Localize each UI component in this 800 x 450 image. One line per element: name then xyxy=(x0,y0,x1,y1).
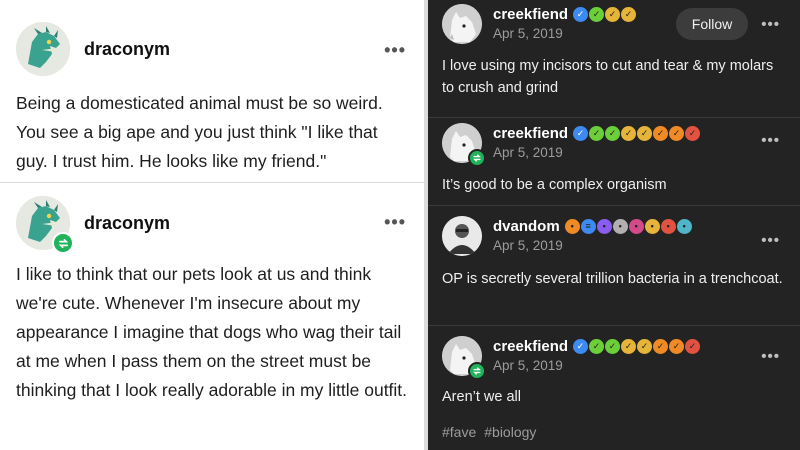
post-text: I love using my incisors to cut and tear… xyxy=(442,58,774,96)
badge-icon: ✓ xyxy=(685,125,701,141)
post-header: draconym xyxy=(16,22,170,76)
post-header: dvandom • ≡ • • • • • • Apr 5, 2019 xyxy=(442,216,692,260)
username[interactable]: creekfiend xyxy=(493,338,568,355)
more-icon[interactable]: ••• xyxy=(384,212,406,233)
post-text: Aren’t we all xyxy=(442,389,521,405)
more-icon[interactable]: ••• xyxy=(384,40,406,61)
username[interactable]: draconym xyxy=(84,39,170,60)
badge-icon: ✓ xyxy=(685,338,701,354)
badge-icon: • xyxy=(596,218,612,234)
post-date: Apr 5, 2019 xyxy=(493,26,563,41)
more-icon[interactable]: ••• xyxy=(761,232,780,249)
badge-row: ✓ ✓ ✓ ✓ ✓ ✓ ✓ ✓ xyxy=(573,338,701,354)
verified-badge-icon: ✓ xyxy=(573,338,589,354)
reblog-icon xyxy=(52,232,74,254)
more-icon[interactable]: ••• xyxy=(761,132,780,149)
badge-icon: ✓ xyxy=(605,6,621,22)
username[interactable]: draconym xyxy=(84,213,170,234)
username[interactable]: dvandom xyxy=(493,218,560,235)
badge-icon: • xyxy=(564,218,580,234)
dragon-avatar-icon[interactable] xyxy=(16,22,70,76)
badge-icon: ✓ xyxy=(605,125,621,141)
badge-row: ✓ ✓ ✓ ✓ xyxy=(573,6,637,22)
verified-badge-icon: ✓ xyxy=(573,125,589,141)
follow-button[interactable]: Follow xyxy=(676,8,748,40)
post-draconym-1: draconym ••• Being a domesticated animal… xyxy=(0,0,424,183)
badge-icon: • xyxy=(644,218,660,234)
more-icon[interactable]: ••• xyxy=(761,348,780,365)
post-header: creekfiend ✓ ✓ ✓ ✓ ✓ ✓ ✓ ✓ Apr 5, 2019 xyxy=(442,123,701,167)
dark-panel: creekfiend ✓ ✓ ✓ ✓ Apr 5, 2019 Follow ••… xyxy=(428,0,800,450)
username[interactable]: creekfiend xyxy=(493,6,568,23)
badge-row: ✓ ✓ ✓ ✓ ✓ ✓ ✓ ✓ xyxy=(573,125,701,141)
badge-icon: • xyxy=(660,218,676,234)
badge-icon: ✓ xyxy=(669,338,685,354)
verified-badge-icon: ✓ xyxy=(573,6,589,22)
post-header: creekfiend ✓ ✓ ✓ ✓ Apr 5, 2019 xyxy=(442,4,637,48)
badge-icon: • xyxy=(612,218,628,234)
tag-list: #fave #biology xyxy=(442,424,536,440)
more-icon[interactable]: ••• xyxy=(761,16,780,33)
dog-avatar-icon[interactable] xyxy=(442,4,482,44)
badge-icon: ≡ xyxy=(580,218,596,234)
badge-icon: • xyxy=(628,218,644,234)
post-text: OP is secretly several trillion bacteria… xyxy=(442,271,783,287)
badge-icon: ✓ xyxy=(589,6,605,22)
post-header: draconym xyxy=(16,196,170,254)
badge-icon: ✓ xyxy=(669,125,685,141)
badge-icon: ✓ xyxy=(637,338,653,354)
light-panel: draconym ••• Being a domesticated animal… xyxy=(0,0,428,450)
post-draconym-2: draconym ••• I like to think that our pe… xyxy=(0,184,424,450)
post-date: Apr 5, 2019 xyxy=(493,238,563,253)
dog-avatar-icon[interactable] xyxy=(442,123,486,167)
badge-icon: ✓ xyxy=(637,125,653,141)
tag-link[interactable]: #fave xyxy=(442,424,476,440)
reblog-icon xyxy=(468,149,486,167)
badge-icon: • xyxy=(676,218,692,234)
post-creekfiend-2: creekfiend ✓ ✓ ✓ ✓ ✓ ✓ ✓ ✓ Apr 5, 2019 •… xyxy=(428,117,800,205)
person-avatar-icon[interactable] xyxy=(442,216,482,256)
post-text: I like to think that our pets look at us… xyxy=(16,264,408,400)
badge-icon: ✓ xyxy=(589,125,605,141)
badge-icon: ✓ xyxy=(621,338,637,354)
tag-link[interactable]: #biology xyxy=(484,424,536,440)
post-date: Apr 5, 2019 xyxy=(493,358,563,373)
badge-row: • ≡ • • • • • • xyxy=(564,218,692,234)
badge-icon: ✓ xyxy=(653,338,669,354)
reblog-icon xyxy=(468,362,486,380)
post-text: Being a domesticated animal must be so w… xyxy=(16,93,383,171)
post-text: It’s good to be a complex organism xyxy=(442,177,667,193)
username[interactable]: creekfiend xyxy=(493,125,568,142)
badge-icon: ✓ xyxy=(621,6,637,22)
post-creekfiend-1: creekfiend ✓ ✓ ✓ ✓ Apr 5, 2019 Follow ••… xyxy=(428,0,800,118)
post-header: creekfiend ✓ ✓ ✓ ✓ ✓ ✓ ✓ ✓ Apr 5, 2019 xyxy=(442,336,701,380)
dragon-avatar-icon[interactable] xyxy=(16,196,74,254)
badge-icon: ✓ xyxy=(621,125,637,141)
post-date: Apr 5, 2019 xyxy=(493,145,563,160)
post-dvandom: dvandom • ≡ • • • • • • Apr 5, 2019 ••• … xyxy=(428,205,800,325)
badge-icon: ✓ xyxy=(605,338,621,354)
badge-icon: ✓ xyxy=(589,338,605,354)
dog-avatar-icon[interactable] xyxy=(442,336,486,380)
badge-icon: ✓ xyxy=(653,125,669,141)
